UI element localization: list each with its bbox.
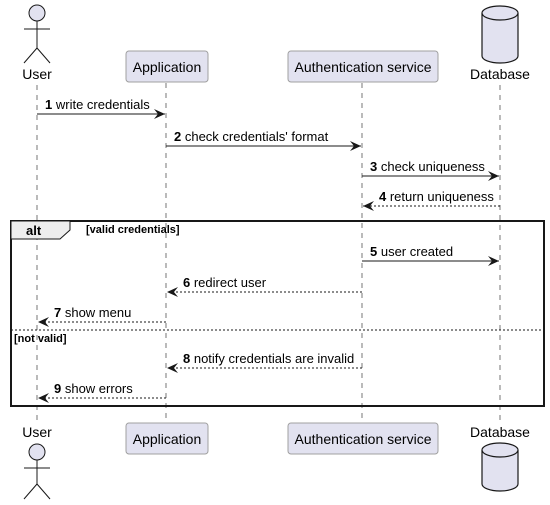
message-label: 2 check credentials' format — [174, 129, 329, 144]
actor-icon — [23, 4, 51, 64]
participant-name-application: Application — [133, 431, 202, 447]
actor-user-top[interactable]: User — [22, 4, 52, 82]
message-label: 5 user created — [370, 244, 453, 259]
participant-name-user: User — [22, 424, 52, 440]
guard-valid: [valid credentials] — [86, 224, 180, 236]
message-6[interactable]: 6 redirect user — [167, 275, 362, 297]
message-number: 6 — [183, 275, 190, 290]
message-text: show errors — [61, 381, 133, 396]
participant-name-database: Database — [470, 424, 530, 440]
actor-user-bottom[interactable]: User — [22, 424, 52, 500]
participant-name-application: Application — [133, 59, 202, 75]
database-icon — [481, 442, 519, 492]
message-label: 7 show menu — [54, 305, 131, 320]
participant-application-top[interactable]: Application — [125, 50, 209, 83]
message-2[interactable]: 2 check credentials' format — [166, 129, 361, 151]
guard-not-valid: [not valid] — [14, 333, 67, 345]
message-text: show menu — [61, 305, 131, 320]
message-label: 6 redirect user — [183, 275, 267, 290]
participant-name-auth: Authentication service — [295, 59, 432, 75]
message-7[interactable]: 7 show menu — [38, 305, 166, 327]
message-5[interactable]: 5 user created — [362, 244, 499, 266]
message-text: write credentials — [52, 97, 150, 112]
participant-auth-top[interactable]: Authentication service — [287, 50, 439, 83]
message-label: 9 show errors — [54, 381, 133, 396]
sequence-diagram: alt [valid credentials] [not valid] User… — [10, 4, 545, 500]
message-number: 1 — [45, 97, 52, 112]
message-label: 8 notify credentials are invalid — [183, 351, 354, 366]
message-number: 3 — [370, 159, 377, 174]
message-1[interactable]: 1 write credentials — [37, 97, 165, 119]
message-text: user created — [377, 244, 453, 259]
message-text: return uniqueness — [386, 189, 494, 204]
message-number: 2 — [174, 129, 181, 144]
message-label: 3 check uniqueness — [370, 159, 485, 174]
participant-name-auth: Authentication service — [295, 431, 432, 447]
message-number: 5 — [370, 244, 377, 259]
actor-icon — [23, 443, 51, 500]
message-text: check uniqueness — [377, 159, 485, 174]
message-label: 1 write credentials — [45, 97, 150, 112]
database-icon — [481, 5, 519, 64]
message-number: 8 — [183, 351, 190, 366]
database-bottom[interactable]: Database — [470, 424, 530, 492]
message-3[interactable]: 3 check uniqueness — [362, 159, 499, 181]
message-9[interactable]: 9 show errors — [38, 381, 166, 403]
message-text: check credentials' format — [181, 129, 328, 144]
message-text: redirect user — [190, 275, 267, 290]
message-number: 9 — [54, 381, 61, 396]
message-number: 7 — [54, 305, 61, 320]
message-text: notify credentials are invalid — [190, 351, 354, 366]
message-4[interactable]: 4 return uniqueness — [363, 189, 500, 211]
message-label: 4 return uniqueness — [379, 189, 494, 204]
participant-name-database: Database — [470, 66, 530, 82]
participant-auth-bottom[interactable]: Authentication service — [287, 422, 439, 455]
database-top[interactable]: Database — [470, 5, 530, 82]
participant-application-bottom[interactable]: Application — [125, 422, 209, 455]
messages: 1 write credentials 2 check credentials' … — [37, 97, 500, 403]
participant-name-user: User — [22, 66, 52, 82]
message-8[interactable]: 8 notify credentials are invalid — [167, 351, 362, 373]
fragment-label: alt — [26, 223, 42, 238]
